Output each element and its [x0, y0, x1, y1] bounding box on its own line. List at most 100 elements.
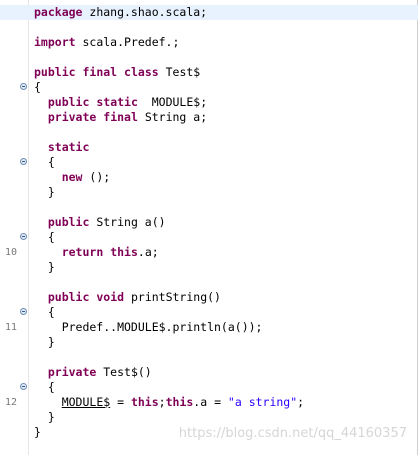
code-text: package zhang.shao.scala;: [34, 5, 207, 20]
keyword-token: public: [34, 65, 76, 79]
code-token: zhang.shao.scala;: [82, 5, 208, 19]
code-line[interactable]: [0, 200, 418, 215]
code-token: MODULE$: [61, 395, 111, 409]
code-line[interactable]: public static MODULE$;: [0, 95, 418, 110]
code-line[interactable]: public String a(): [0, 215, 418, 230]
code-token: }: [34, 260, 55, 274]
code-token: }: [34, 410, 55, 424]
code-line[interactable]: {: [0, 155, 418, 170]
fold-collapse-icon[interactable]: [20, 233, 27, 240]
code-line[interactable]: }: [0, 185, 418, 200]
keyword-token: final: [82, 65, 118, 79]
code-text: {: [34, 305, 55, 320]
line-number: 11: [4, 322, 17, 333]
code-line[interactable]: [0, 275, 418, 290]
code-text: return this.a;: [34, 245, 159, 260]
keyword-token: private: [47, 110, 97, 124]
code-token: ;: [158, 395, 166, 409]
code-token: String a(): [89, 215, 166, 229]
string-token: "a string": [227, 395, 298, 409]
code-line[interactable]: {: [0, 380, 418, 395]
code-text: {: [34, 230, 55, 245]
keyword-token: class: [124, 65, 159, 79]
code-text: Predef..MODULE$.println(a());: [34, 320, 263, 335]
keyword-token: void: [96, 290, 125, 304]
code-token: {: [34, 305, 55, 319]
code-line[interactable]: private Test$(): [0, 365, 418, 380]
code-line[interactable]: {: [0, 230, 418, 245]
code-token: MODULE$;: [137, 95, 208, 109]
code-token: {: [34, 155, 55, 169]
code-line[interactable]: static: [0, 140, 418, 155]
code-text: public void printString(): [34, 290, 221, 305]
code-line[interactable]: }: [0, 260, 418, 275]
code-token: .a =: [193, 395, 228, 409]
code-token: }: [34, 335, 55, 349]
keyword-token: public: [47, 290, 90, 304]
code-text: }: [34, 410, 55, 425]
code-token: printString(): [124, 290, 221, 304]
code-line[interactable]: [0, 125, 418, 140]
code-text: new ();: [34, 170, 110, 185]
code-line[interactable]: {: [0, 80, 418, 95]
code-text: import scala.Predef.;: [34, 35, 179, 50]
keyword-token: public: [47, 95, 90, 109]
code-text: }: [34, 335, 55, 350]
code-line[interactable]: }: [0, 410, 418, 425]
code-token: Predef..MODULE$.println(a());: [34, 320, 263, 334]
code-text: private final String a;: [34, 110, 207, 125]
code-token: ;: [297, 395, 305, 409]
fold-collapse-icon[interactable]: [20, 83, 27, 90]
code-editor[interactable]: package zhang.shao.scala; import scala.Pr…: [0, 0, 418, 455]
keyword-token: return: [61, 245, 104, 259]
code-token: =: [110, 395, 131, 409]
code-line[interactable]: 10 return this.a;: [0, 245, 418, 260]
code-text: MODULE$ = this;this.a = "a string";: [34, 395, 304, 410]
code-token: {: [34, 80, 41, 94]
code-line[interactable]: import scala.Predef.;: [0, 35, 418, 50]
code-token: }: [34, 185, 55, 199]
code-text: public static MODULE$;: [34, 95, 207, 110]
code-line[interactable]: [0, 20, 418, 35]
fold-collapse-icon[interactable]: [20, 383, 27, 390]
code-line[interactable]: private final String a;: [0, 110, 418, 125]
code-line[interactable]: [0, 350, 418, 365]
fold-collapse-icon[interactable]: [20, 158, 27, 165]
code-text: {: [34, 80, 41, 95]
keyword-token: final: [103, 110, 138, 124]
code-text: public String a(): [34, 215, 166, 230]
code-line[interactable]: 12 MODULE$ = this;this.a = "a string";: [0, 395, 418, 410]
keyword-token: this: [110, 245, 138, 259]
keyword-token: static: [47, 140, 90, 154]
fold-collapse-icon[interactable]: [20, 308, 27, 315]
code-token: String a;: [137, 110, 208, 124]
keyword-token: public: [47, 215, 90, 229]
line-number: 10: [4, 247, 17, 258]
code-text: }: [34, 260, 55, 275]
code-line[interactable]: 11 Predef..MODULE$.println(a());: [0, 320, 418, 335]
code-line[interactable]: {: [0, 305, 418, 320]
code-line[interactable]: [0, 50, 418, 65]
code-token: scala.Predef.;: [75, 35, 180, 49]
keyword-token: this: [130, 395, 159, 409]
keyword-token: this: [165, 395, 194, 409]
code-text: {: [34, 380, 55, 395]
code-line[interactable]: new ();: [0, 170, 418, 185]
code-line[interactable]: public void printString(): [0, 290, 418, 305]
code-lines[interactable]: package zhang.shao.scala; import scala.Pr…: [0, 5, 418, 440]
code-line[interactable]: package zhang.shao.scala;: [0, 5, 418, 20]
code-line[interactable]: public final class Test$: [0, 65, 418, 80]
code-line[interactable]: }: [0, 335, 418, 350]
keyword-token: package: [34, 5, 83, 19]
keyword-token: private: [47, 365, 97, 379]
keyword-token: import: [34, 35, 76, 49]
code-token: Test$: [158, 65, 201, 79]
